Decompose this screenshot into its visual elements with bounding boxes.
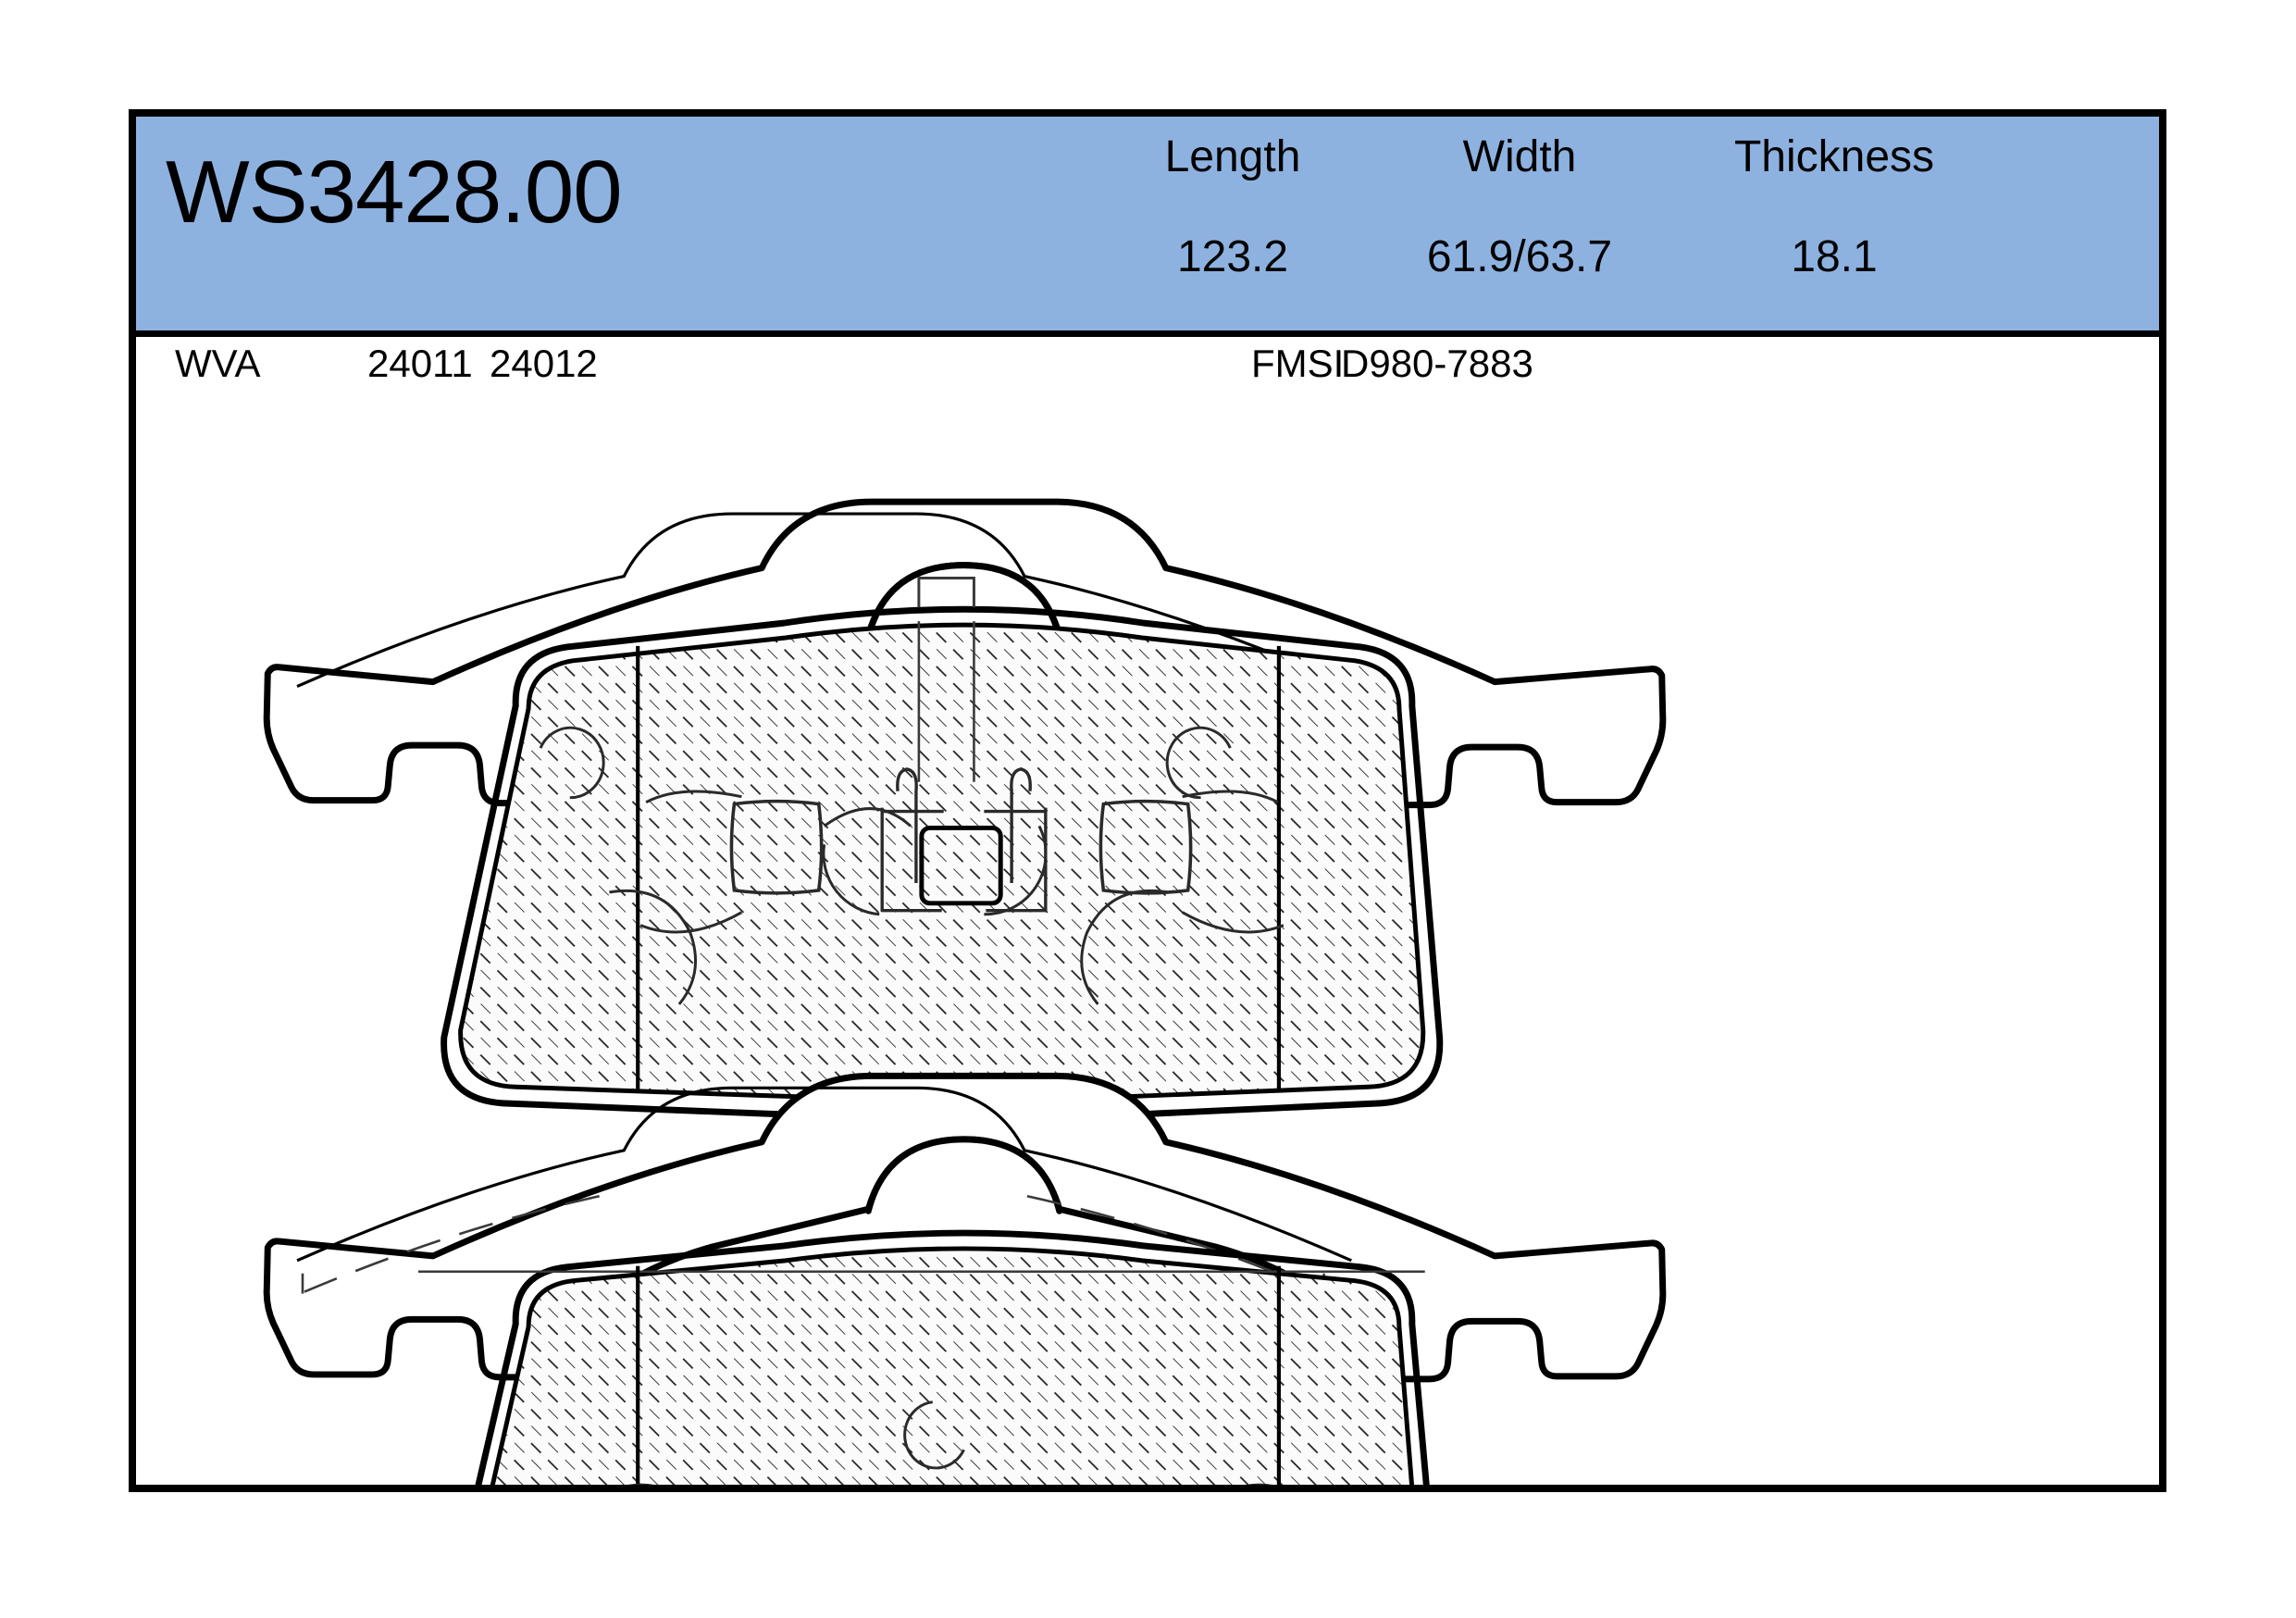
spec-sheet-frame: WS3428.00 Length 123.2 Width 61.9/63.7 T… — [129, 109, 2166, 1492]
spec-label-thickness: Thickness — [1733, 132, 1935, 181]
wva-code-1: 24011 — [367, 342, 473, 385]
specification-header-band: WS3428.00 Length 123.2 Width 61.9/63.7 T… — [136, 117, 2159, 337]
technical-drawing-area — [136, 396, 2159, 1485]
spec-value-thickness: 18.1 — [1791, 232, 1878, 281]
part-number: WS3428.00 — [166, 143, 623, 242]
cross-reference-code-row: WVA 24011 24012 FMSI D980-7883 — [136, 337, 2159, 396]
upper-brake-pad — [263, 498, 1667, 1125]
brake-pad-drawing — [263, 498, 1667, 1485]
spec-label-width: Width — [1462, 132, 1577, 181]
spec-label-length: Length — [1164, 132, 1301, 181]
fmsi-code: D980-7883 — [1341, 342, 1533, 385]
wva-code-2: 24012 — [490, 342, 598, 385]
lower-brake-pad — [263, 1072, 1667, 1485]
wva-label: WVA — [175, 342, 261, 385]
spec-value-length: 123.2 — [1176, 232, 1289, 281]
spec-value-width: 61.9/63.7 — [1426, 232, 1613, 281]
fmsi-label: FMSI — [1251, 342, 1345, 385]
